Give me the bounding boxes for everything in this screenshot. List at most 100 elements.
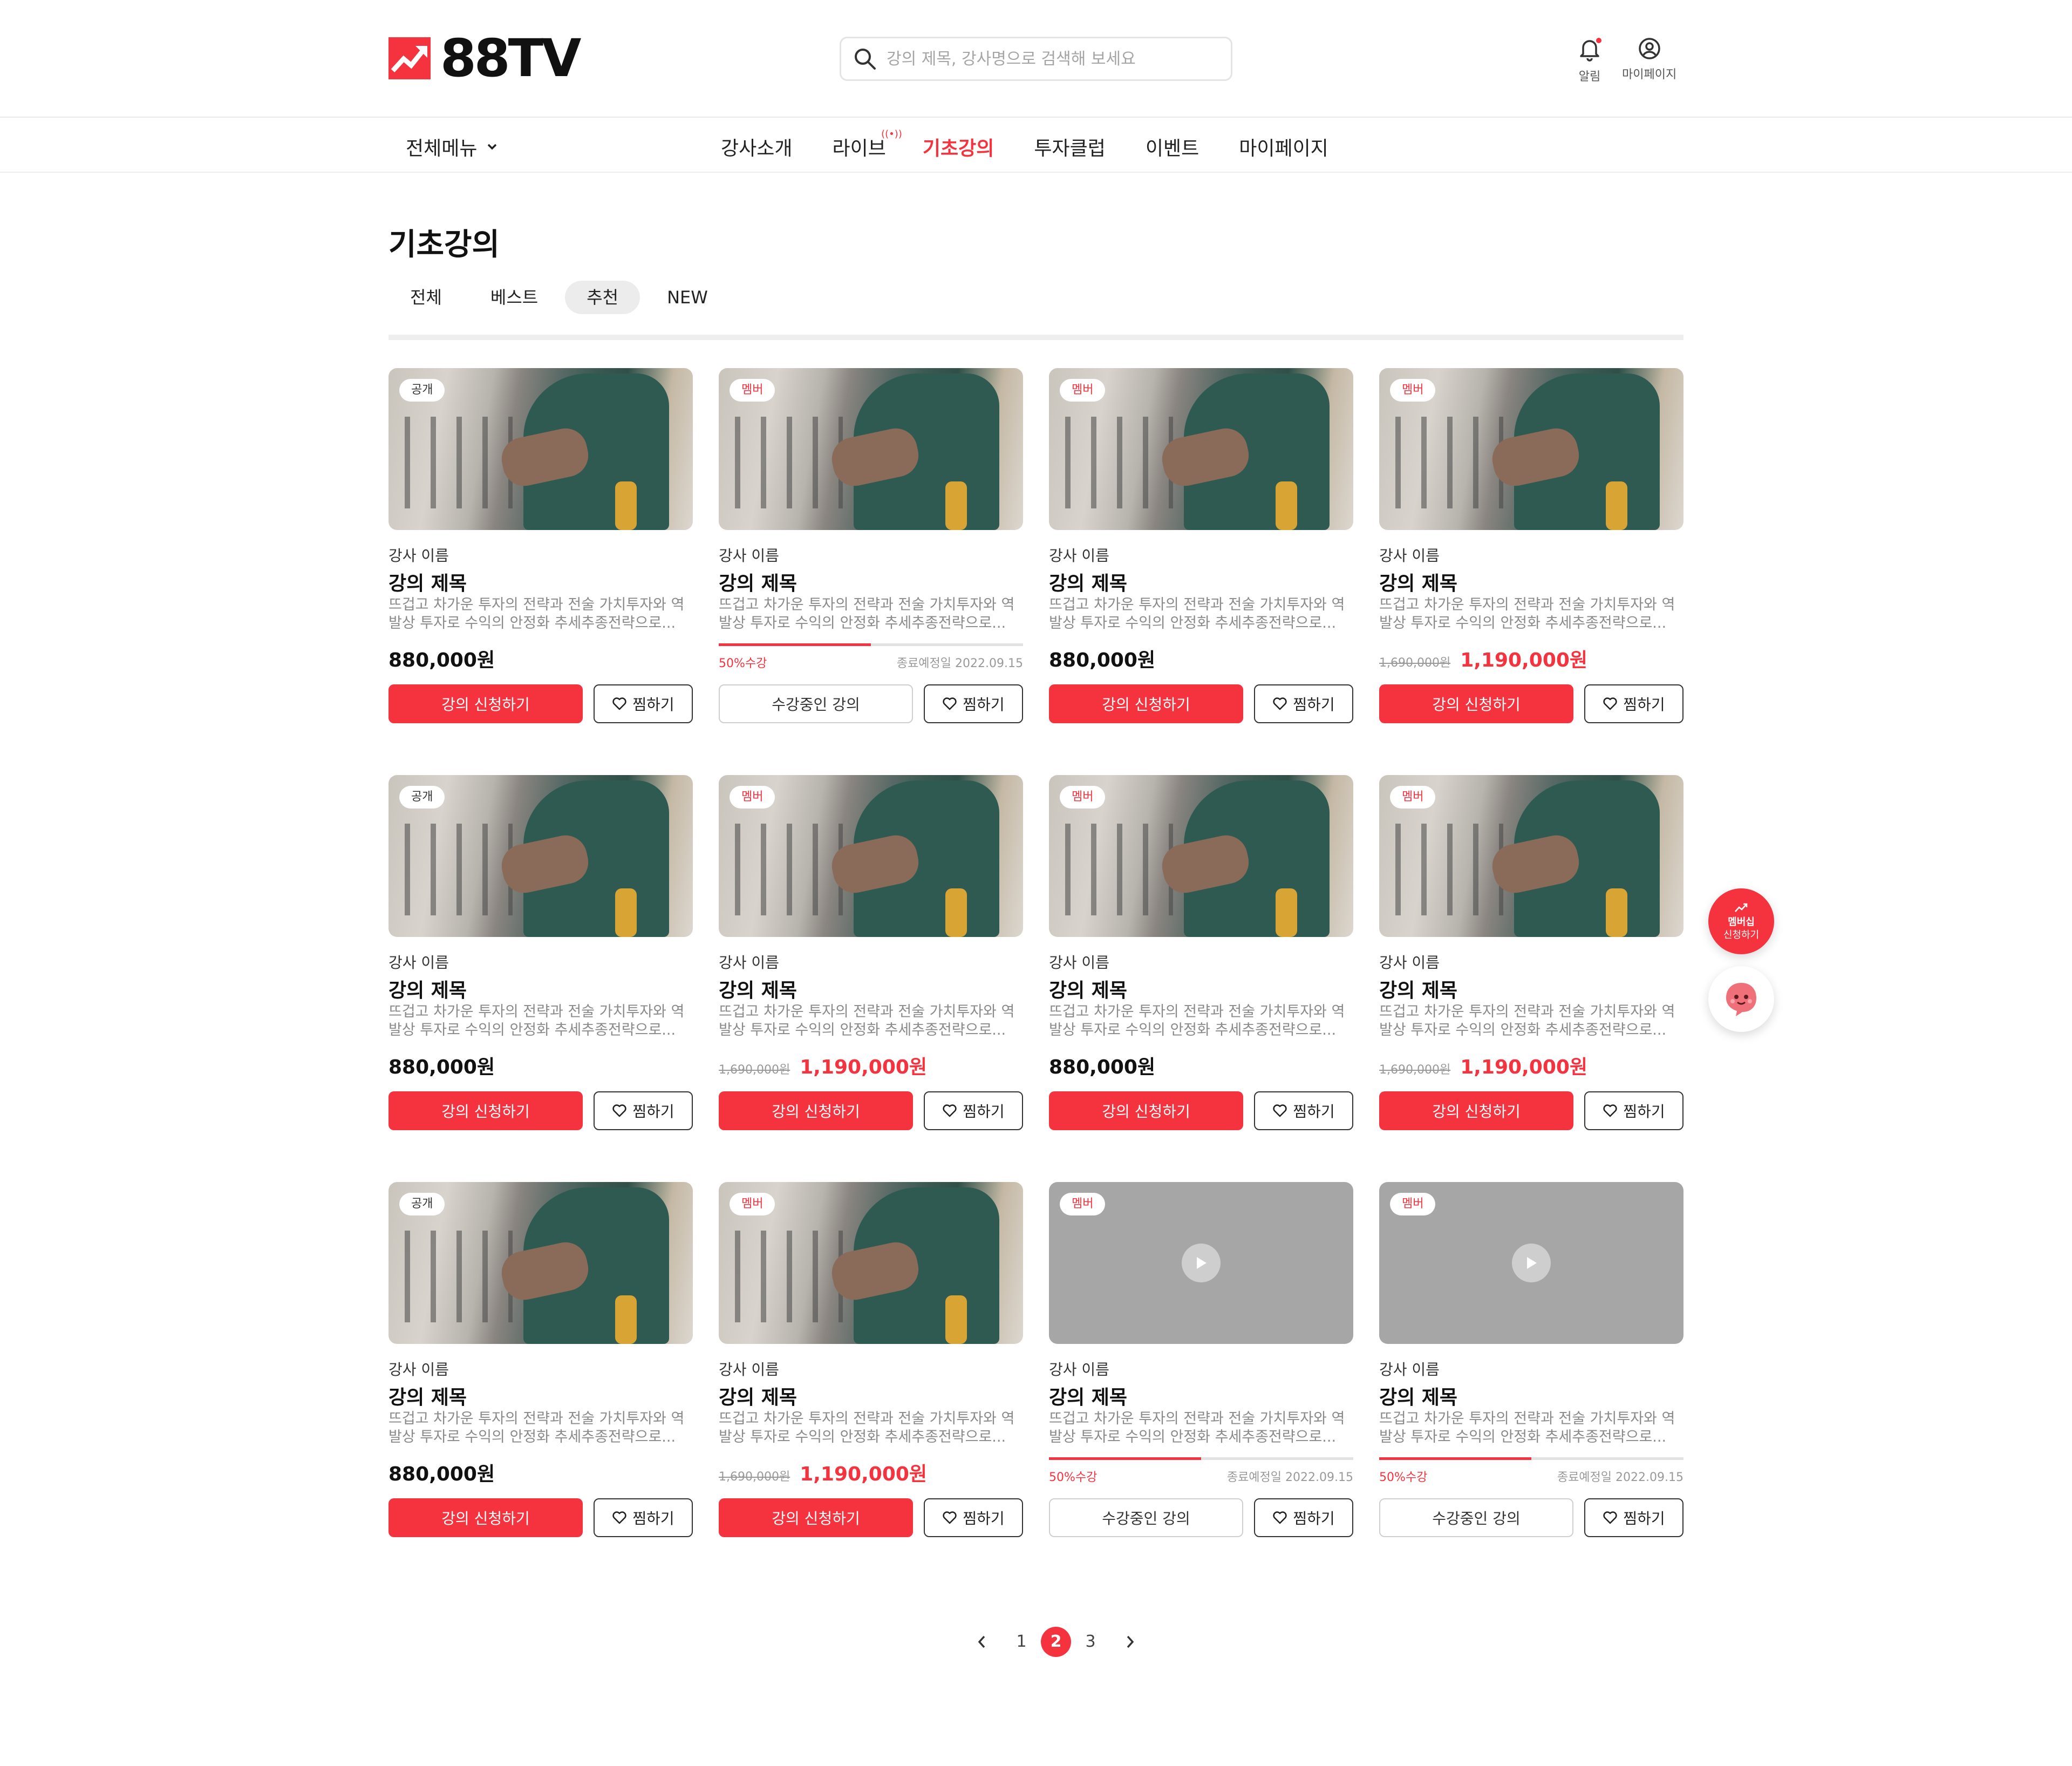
- sale-price: 1,190,000원: [800, 1056, 928, 1078]
- tab-best[interactable]: 베스트: [469, 281, 560, 314]
- nav-item-mypage[interactable]: 마이페이지: [1239, 133, 1328, 161]
- page-3[interactable]: 3: [1074, 1627, 1107, 1657]
- membership-apply-button[interactable]: 멤버십 신청하기: [1708, 888, 1774, 954]
- course-title[interactable]: 강의 제목: [1049, 1382, 1127, 1410]
- mypage-button[interactable]: 마이페이지: [1622, 36, 1676, 82]
- page-2[interactable]: 2: [1041, 1627, 1071, 1657]
- enrolled-course-button[interactable]: 수강중인 강의: [1049, 1498, 1243, 1537]
- course-thumbnail[interactable]: 공개: [388, 1182, 693, 1344]
- wishlist-button[interactable]: 찜하기: [594, 684, 693, 723]
- course-thumbnail[interactable]: 멤버: [1379, 775, 1684, 937]
- apply-course-button[interactable]: 강의 신청하기: [1049, 684, 1243, 723]
- course-title[interactable]: 강의 제목: [388, 975, 467, 1003]
- thumb-bg: [735, 1231, 843, 1322]
- tab-recommended[interactable]: 추천: [565, 281, 640, 314]
- course-thumbnail[interactable]: 멤버: [1049, 368, 1353, 530]
- nav-item-events[interactable]: 이벤트: [1146, 133, 1199, 161]
- course-card[interactable]: 멤버 강사 이름 강의 제목 뜨겁고 차가운 투자의 전략과 전술 가치투자와 …: [1379, 775, 1684, 1131]
- apply-course-button[interactable]: 강의 신청하기: [719, 1091, 913, 1130]
- course-title[interactable]: 강의 제목: [719, 975, 797, 1003]
- wishlist-button[interactable]: 찜하기: [924, 684, 1023, 723]
- apply-course-button[interactable]: 강의 신청하기: [388, 1091, 583, 1130]
- nav-item-basic-lectures[interactable]: 기초강의: [923, 133, 994, 161]
- apply-course-button[interactable]: 강의 신청하기: [719, 1498, 913, 1537]
- wishlist-label: 찜하기: [1623, 1510, 1665, 1527]
- course-title[interactable]: 강의 제목: [1049, 975, 1127, 1003]
- search-bar[interactable]: [840, 37, 1232, 81]
- wishlist-button[interactable]: 찜하기: [1254, 1091, 1353, 1130]
- course-description: 뜨겁고 차가운 투자의 전략과 전술 가치투자와 역발상 투자로 수익의 안정화…: [388, 1410, 685, 1445]
- course-thumbnail[interactable]: 멤버: [719, 1182, 1023, 1344]
- course-thumbnail[interactable]: 멤버: [1379, 368, 1684, 530]
- heart-icon: [612, 697, 627, 710]
- notifications-button[interactable]: 알림: [1577, 36, 1603, 84]
- thumb-chair: [1606, 481, 1627, 530]
- wishlist-button[interactable]: 찜하기: [1254, 1498, 1353, 1537]
- course-card[interactable]: 멤버 강사 이름 강의 제목 뜨겁고 차가운 투자의 전략과 전술 가치투자와 …: [1049, 368, 1353, 724]
- course-thumbnail[interactable]: 멤버: [1379, 1182, 1684, 1344]
- wishlist-label: 찜하기: [632, 1103, 674, 1120]
- course-card[interactable]: 멤버 강사 이름 강의 제목 뜨겁고 차가운 투자의 전략과 전술 가치투자와 …: [719, 368, 1023, 724]
- course-thumbnail[interactable]: 멤버: [719, 775, 1023, 937]
- course-card[interactable]: 멤버 강사 이름 강의 제목 뜨겁고 차가운 투자의 전략과 전술 가치투자와 …: [1049, 1182, 1353, 1538]
- course-thumbnail[interactable]: 멤버: [719, 368, 1023, 530]
- course-card[interactable]: 공개 강사 이름 강의 제목 뜨겁고 차가운 투자의 전략과 전술 가치투자와 …: [388, 775, 693, 1131]
- wishlist-button[interactable]: 찜하기: [1584, 684, 1684, 723]
- course-card[interactable]: 멤버 강사 이름 강의 제목 뜨겁고 차가운 투자의 전략과 전술 가치투자와 …: [719, 1182, 1023, 1538]
- wishlist-button[interactable]: 찜하기: [1254, 684, 1353, 723]
- course-title[interactable]: 강의 제목: [1049, 568, 1127, 596]
- apply-course-button[interactable]: 강의 신청하기: [1049, 1091, 1243, 1130]
- course-card[interactable]: 멤버 강사 이름 강의 제목 뜨겁고 차가운 투자의 전략과 전술 가치투자와 …: [1379, 1182, 1684, 1538]
- apply-course-button[interactable]: 강의 신청하기: [388, 684, 583, 723]
- access-badge: 멤버: [730, 1193, 775, 1215]
- instructor-name: 강사 이름: [388, 954, 449, 972]
- tab-new[interactable]: NEW: [645, 281, 730, 314]
- page-1[interactable]: 1: [1005, 1627, 1038, 1657]
- all-menu-button[interactable]: 전체메뉴: [406, 133, 497, 161]
- course-title[interactable]: 강의 제목: [1379, 975, 1457, 1003]
- play-icon[interactable]: [1512, 1244, 1551, 1282]
- instructor-name: 강사 이름: [719, 1361, 779, 1378]
- course-thumbnail[interactable]: 멤버: [1049, 775, 1353, 937]
- wishlist-button[interactable]: 찜하기: [1584, 1091, 1684, 1130]
- course-title[interactable]: 강의 제목: [388, 568, 467, 596]
- course-title[interactable]: 강의 제목: [719, 1382, 797, 1410]
- nav-item-instructors[interactable]: 강사소개: [721, 133, 792, 161]
- enrolled-course-button[interactable]: 수강중인 강의: [719, 684, 913, 723]
- course-title[interactable]: 강의 제목: [388, 1382, 467, 1410]
- search-icon: [855, 49, 876, 70]
- course-title[interactable]: 강의 제목: [1379, 1382, 1457, 1410]
- wishlist-button[interactable]: 찜하기: [594, 1498, 693, 1537]
- next-page-button[interactable]: [1114, 1627, 1146, 1657]
- wishlist-button[interactable]: 찜하기: [924, 1498, 1023, 1537]
- apply-course-button[interactable]: 강의 신청하기: [1379, 1091, 1573, 1130]
- course-thumbnail[interactable]: 공개: [388, 775, 693, 937]
- nav-item-investment-club[interactable]: 투자클럽: [1034, 133, 1105, 161]
- logo[interactable]: 88TV: [388, 31, 581, 85]
- progress-label: 50%수강: [1379, 1471, 1428, 1484]
- wishlist-button[interactable]: 찜하기: [594, 1091, 693, 1130]
- apply-course-button[interactable]: 강의 신청하기: [1379, 684, 1573, 723]
- course-card[interactable]: 멤버 강사 이름 강의 제목 뜨겁고 차가운 투자의 전략과 전술 가치투자와 …: [719, 775, 1023, 1131]
- price-row: 880,000원: [1049, 1051, 1155, 1079]
- course-card[interactable]: 멤버 강사 이름 강의 제목 뜨겁고 차가운 투자의 전략과 전술 가치투자와 …: [1049, 775, 1353, 1131]
- course-card[interactable]: 공개 강사 이름 강의 제목 뜨겁고 차가운 투자의 전략과 전술 가치투자와 …: [388, 1182, 693, 1538]
- prev-page-button[interactable]: [966, 1627, 998, 1657]
- original-price: 1,690,000원: [719, 1063, 790, 1077]
- search-input[interactable]: [887, 49, 1189, 69]
- course-title[interactable]: 강의 제목: [719, 568, 797, 596]
- course-card[interactable]: 공개 강사 이름 강의 제목 뜨겁고 차가운 투자의 전략과 전술 가치투자와 …: [388, 368, 693, 724]
- apply-course-button[interactable]: 강의 신청하기: [388, 1498, 583, 1537]
- wishlist-button[interactable]: 찜하기: [924, 1091, 1023, 1130]
- course-card[interactable]: 멤버 강사 이름 강의 제목 뜨겁고 차가운 투자의 전략과 전술 가치투자와 …: [1379, 368, 1684, 724]
- course-thumbnail[interactable]: 멤버: [1049, 1182, 1353, 1344]
- chatbot-button[interactable]: [1708, 966, 1774, 1032]
- wishlist-button[interactable]: 찜하기: [1584, 1498, 1684, 1537]
- wishlist-label: 찜하기: [632, 696, 674, 714]
- course-title[interactable]: 강의 제목: [1379, 568, 1457, 596]
- nav-item-live[interactable]: 라이브 ((•)): [832, 128, 902, 161]
- course-thumbnail[interactable]: 공개: [388, 368, 693, 530]
- enrolled-course-button[interactable]: 수강중인 강의: [1379, 1498, 1573, 1537]
- play-icon[interactable]: [1182, 1244, 1221, 1282]
- tab-all[interactable]: 전체: [388, 281, 464, 314]
